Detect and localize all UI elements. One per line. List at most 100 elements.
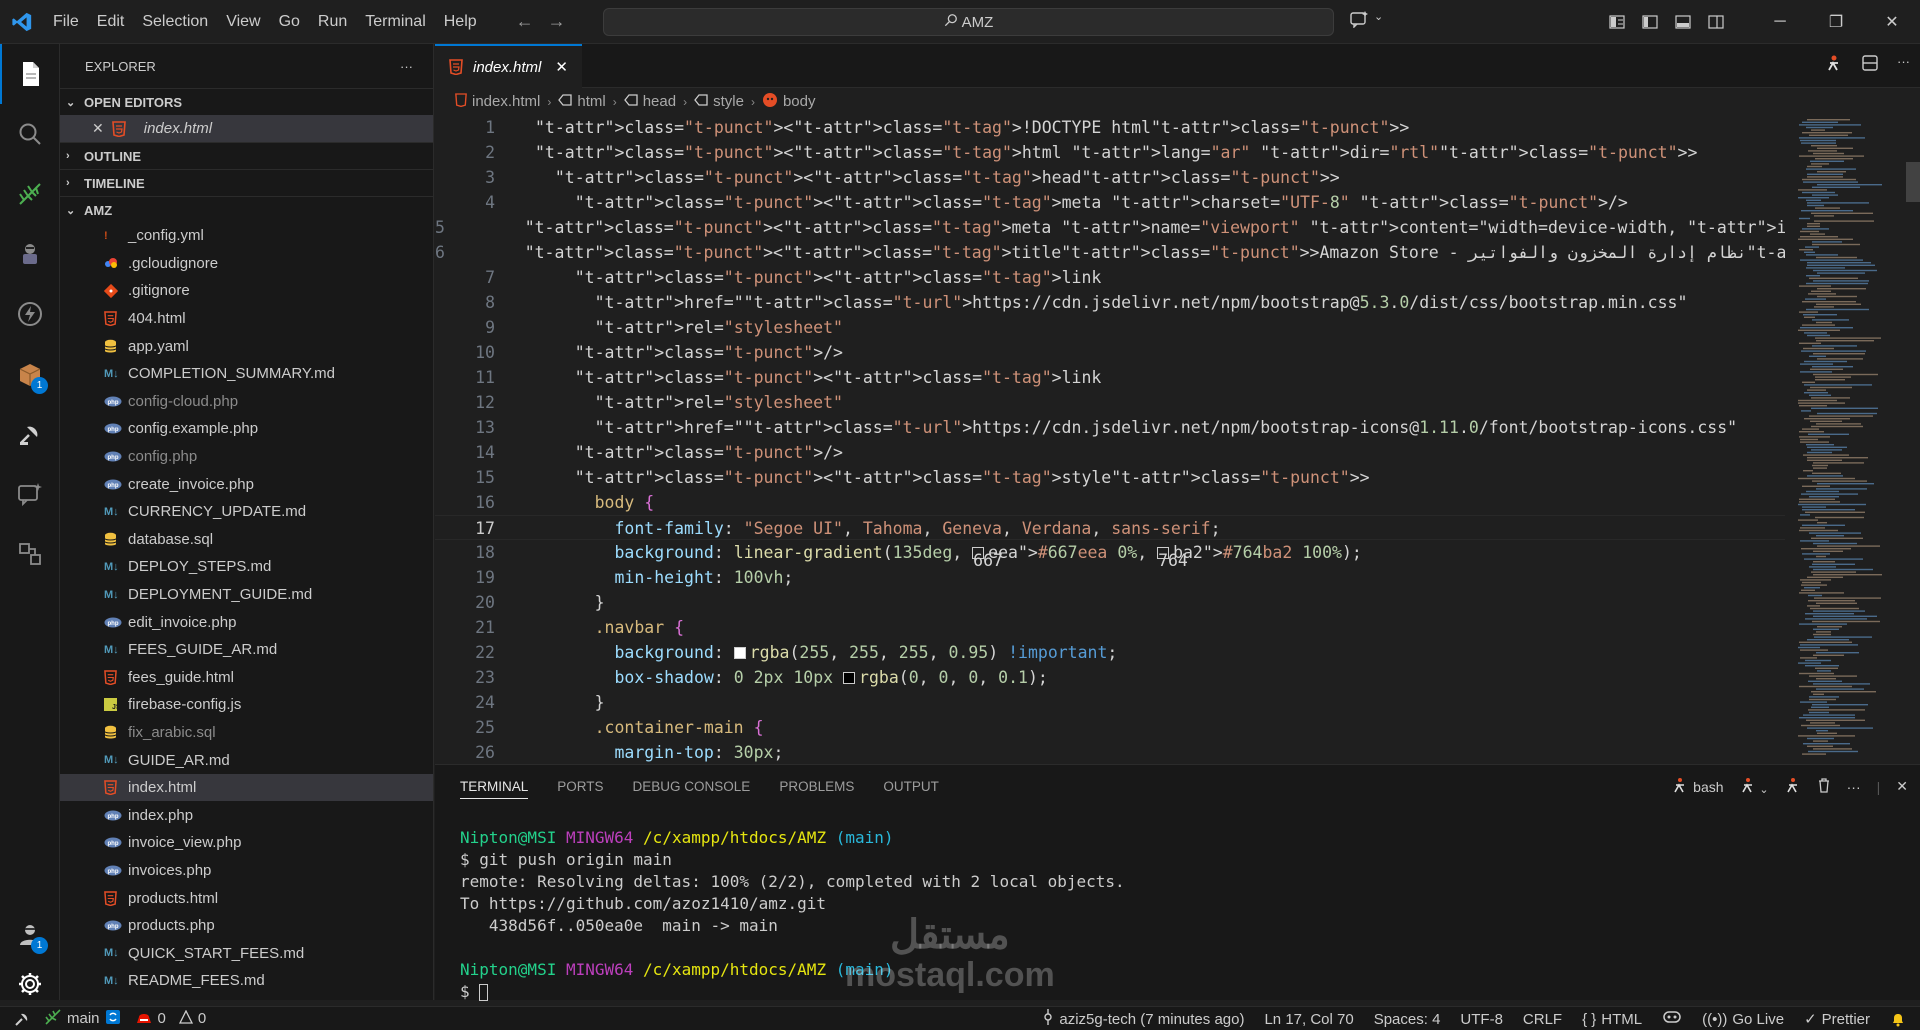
- trash-icon[interactable]: [1817, 777, 1831, 796]
- chat-icon[interactable]: [0, 464, 60, 524]
- file-item[interactable]: fees_guide.html: [60, 664, 433, 692]
- folder-header[interactable]: ⌄ AMZ: [60, 196, 433, 223]
- copilot-status[interactable]: [1662, 1009, 1682, 1029]
- split-editor-icon[interactable]: [1861, 54, 1879, 75]
- file-item[interactable]: M↓ README_FEES.md: [60, 967, 433, 995]
- file-item[interactable]: php index.php: [60, 801, 433, 829]
- close-button[interactable]: ✕: [1864, 0, 1920, 44]
- problems-indicator[interactable]: 0 0: [135, 1009, 206, 1029]
- timeline-header[interactable]: › TIMELINE: [60, 169, 433, 196]
- file-item[interactable]: M↓ GUIDE_AR.md: [60, 746, 433, 774]
- close-panel-icon[interactable]: ✕: [1896, 778, 1908, 795]
- copilot-menu[interactable]: ⌄: [1350, 10, 1383, 31]
- menu-go[interactable]: Go: [270, 0, 309, 44]
- file-item[interactable]: index.html: [60, 773, 433, 802]
- notifications-icon[interactable]: [1890, 1011, 1906, 1027]
- file-item[interactable]: products.html: [60, 884, 433, 912]
- file-item[interactable]: .gitignore: [60, 277, 433, 305]
- file-item[interactable]: 404.html: [60, 305, 433, 333]
- extensions-icon[interactable]: 1: [0, 344, 60, 404]
- close-icon[interactable]: ✕: [555, 58, 568, 76]
- back-arrow-icon[interactable]: ←: [516, 11, 534, 32]
- git-blame[interactable]: aziz5g-tech (7 minutes ago): [1042, 1009, 1244, 1029]
- minimap[interactable]: [1792, 115, 1902, 764]
- tab-index-html[interactable]: index.html ✕: [435, 44, 582, 88]
- menu-terminal[interactable]: Terminal: [356, 0, 434, 44]
- file-item[interactable]: M↓README_FIREBASE.md: [60, 995, 433, 1001]
- indentation[interactable]: Spaces: 4: [1374, 1011, 1441, 1028]
- split-terminal-icon[interactable]: [1785, 777, 1801, 796]
- file-item[interactable]: php config.php: [60, 443, 433, 471]
- minimize-button[interactable]: ─: [1752, 0, 1808, 44]
- file-item[interactable]: M↓ CURRENCY_UPDATE.md: [60, 498, 433, 526]
- file-item[interactable]: php products.php: [60, 912, 433, 940]
- file-item[interactable]: php invoices.php: [60, 857, 433, 885]
- menu-selection[interactable]: Selection: [133, 0, 217, 44]
- file-item[interactable]: app.yaml: [60, 332, 433, 360]
- tab-debug-console[interactable]: DEBUG CONSOLE: [633, 779, 751, 794]
- explorer-icon[interactable]: [0, 44, 60, 104]
- remote-indicator[interactable]: [14, 1011, 30, 1027]
- open-editors-header[interactable]: ⌄ OPEN EDITORS: [60, 88, 433, 115]
- lightning-icon[interactable]: [0, 284, 60, 344]
- breadcrumb-item[interactable]: html: [558, 93, 606, 110]
- open-editor-item[interactable]: ✕ index.html: [60, 115, 433, 142]
- more-actions-icon[interactable]: ···: [1897, 54, 1910, 75]
- menu-file[interactable]: File: [44, 0, 88, 44]
- command-center-search[interactable]: AMZ: [603, 8, 1334, 36]
- file-item[interactable]: M↓ FEES_GUIDE_AR.md: [60, 636, 433, 664]
- file-item[interactable]: ! _config.yml: [60, 222, 433, 250]
- menu-run[interactable]: Run: [309, 0, 356, 44]
- code-editor[interactable]: 1 "t-attr">class="t-punct"><"t-attr">clas…: [435, 115, 1785, 764]
- file-item[interactable]: fix_arabic.sql: [60, 719, 433, 747]
- file-item[interactable]: M↓ DEPLOY_STEPS.md: [60, 553, 433, 581]
- breadcrumb-item[interactable]: style: [694, 93, 744, 110]
- end-of-line[interactable]: CRLF: [1523, 1011, 1562, 1028]
- toggle-secondary-sidebar-icon[interactable]: [1699, 0, 1732, 44]
- source-control-icon[interactable]: [0, 164, 60, 224]
- file-item[interactable]: M↓ DEPLOYMENT_GUIDE.md: [60, 581, 433, 609]
- close-icon[interactable]: ✕: [92, 120, 104, 137]
- file-item[interactable]: php edit_invoice.php: [60, 608, 433, 636]
- toggle-panel-icon[interactable]: [1666, 0, 1699, 44]
- menu-view[interactable]: View: [217, 0, 269, 44]
- tab-problems[interactable]: PROBLEMS: [779, 779, 854, 794]
- menu-edit[interactable]: Edit: [88, 0, 134, 44]
- breadcrumb-item[interactable]: index.html: [455, 92, 540, 111]
- outline-header[interactable]: › OUTLINE: [60, 142, 433, 169]
- run-icon[interactable]: [1825, 54, 1843, 75]
- file-item[interactable]: JS firebase-config.js: [60, 691, 433, 719]
- search-icon[interactable]: [0, 104, 60, 164]
- cursor-position[interactable]: Ln 17, Col 70: [1264, 1011, 1353, 1028]
- file-item[interactable]: php config-cloud.php: [60, 388, 433, 416]
- prettier-status[interactable]: ✓ Prettier: [1804, 1010, 1870, 1029]
- toggle-primary-sidebar-icon[interactable]: [1633, 0, 1666, 44]
- tab-terminal[interactable]: TERMINAL: [460, 774, 529, 799]
- terminal-shell-selector[interactable]: bash: [1672, 777, 1724, 796]
- customize-layout-icon[interactable]: [1600, 0, 1633, 44]
- tab-output[interactable]: OUTPUT: [883, 779, 939, 794]
- remote-explorer-icon[interactable]: [0, 404, 60, 464]
- more-actions-icon[interactable]: ···: [400, 59, 413, 74]
- go-live-button[interactable]: ((•)) Go Live: [1702, 1011, 1784, 1028]
- more-actions-icon[interactable]: ···: [1847, 779, 1861, 795]
- file-item[interactable]: M↓ QUICK_START_FEES.md: [60, 939, 433, 967]
- run-debug-icon[interactable]: [0, 224, 60, 284]
- tab-ports[interactable]: PORTS: [557, 779, 603, 794]
- file-item[interactable]: database.sql: [60, 526, 433, 554]
- forward-arrow-icon[interactable]: →: [548, 11, 566, 32]
- file-item[interactable]: php config.example.php: [60, 415, 433, 443]
- menu-help[interactable]: Help: [435, 0, 486, 44]
- file-item[interactable]: .gcloudignore: [60, 250, 433, 278]
- file-item[interactable]: php invoice_view.php: [60, 829, 433, 857]
- language-mode[interactable]: { } HTML: [1582, 1011, 1642, 1028]
- breadcrumb-item[interactable]: body: [762, 92, 815, 112]
- encoding[interactable]: UTF-8: [1460, 1011, 1503, 1028]
- file-item[interactable]: php create_invoice.php: [60, 470, 433, 498]
- diagram-icon[interactable]: [0, 524, 60, 584]
- branch-indicator[interactable]: main: [44, 1008, 121, 1029]
- gear-icon[interactable]: [0, 954, 60, 1014]
- new-terminal-icon[interactable]: ⌄: [1740, 777, 1769, 796]
- breadcrumb-item[interactable]: head: [623, 93, 676, 110]
- file-item[interactable]: M↓ COMPLETION_SUMMARY.md: [60, 360, 433, 388]
